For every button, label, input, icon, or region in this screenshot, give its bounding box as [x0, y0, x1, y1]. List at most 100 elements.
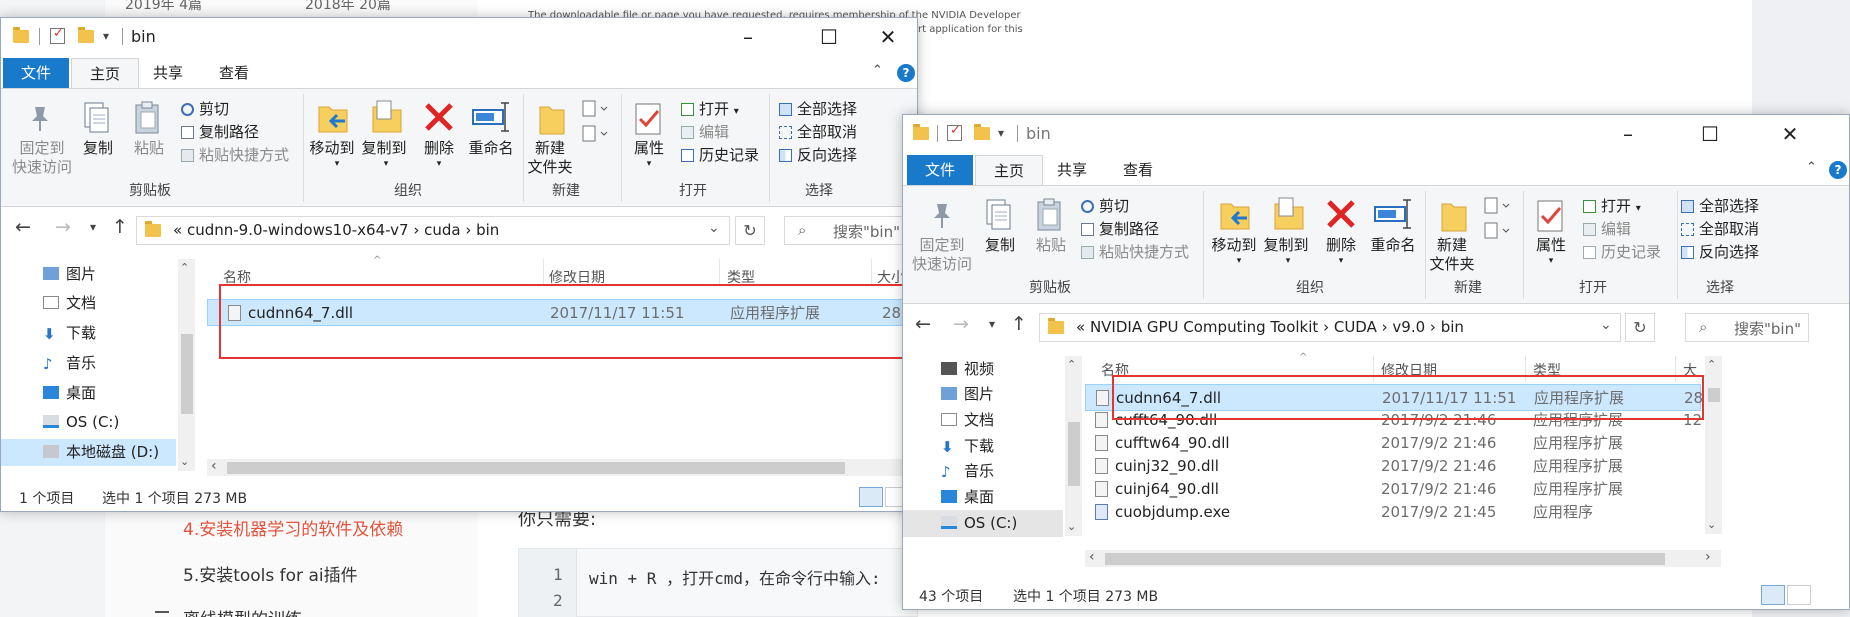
paste-button[interactable]: 粘贴 — [131, 139, 167, 158]
breadcrumb-item[interactable]: bin — [1441, 318, 1464, 336]
scrollbar-thumb[interactable] — [181, 334, 193, 414]
forward-button[interactable]: → — [953, 313, 969, 335]
properties-quick-icon[interactable] — [947, 123, 962, 141]
search-input[interactable]: ⌕ 搜索"bin" — [784, 216, 904, 245]
edit-button[interactable]: 编辑 — [1583, 219, 1631, 239]
scroll-down-icon[interactable]: ⌄ — [1067, 520, 1076, 533]
new-folder-button[interactable]: 新建 文件夹 — [525, 139, 575, 177]
scroll-right-icon[interactable]: › — [1705, 549, 1711, 565]
easy-access-icon[interactable] — [581, 124, 611, 144]
cut-button[interactable]: 剪切 — [181, 99, 229, 119]
scroll-down-icon[interactable]: ⌄ — [1707, 518, 1716, 531]
nav-item-desktop[interactable]: 桌面 — [903, 484, 1063, 511]
rename-button[interactable]: 重命名 — [463, 139, 519, 158]
tab-file[interactable]: 文件 — [3, 58, 70, 88]
copy-button[interactable]: 复制 — [80, 139, 116, 158]
explorer-window-cudnn[interactable]: ▾ bin – ☐ ✕ 文件 主页 共享 查看 ⌃ ? 固定到 快速访问 复制 … — [0, 17, 918, 512]
archive-link-2019[interactable]: 2019年 4篇 — [125, 0, 202, 14]
history-button[interactable]: 历史记录 — [1583, 242, 1661, 262]
delete-dropdown-icon[interactable]: ▾ — [434, 155, 444, 174]
breadcrumb-item[interactable]: cudnn-9.0-windows10-x64-v7 — [187, 221, 409, 239]
address-input[interactable]: « NVIDIA GPU Computing Toolkit › CUDA › … — [1039, 313, 1621, 342]
tab-view[interactable]: 查看 — [1105, 155, 1171, 185]
breadcrumb-item[interactable]: CUDA — [1334, 318, 1377, 336]
close-button[interactable]: ✕ — [863, 20, 913, 54]
address-dropdown-icon[interactable]: ⌄ — [708, 220, 720, 236]
new-folder-quick-icon[interactable] — [78, 27, 94, 43]
paste-shortcut-button[interactable]: 粘贴快捷方式 — [181, 145, 289, 165]
close-button[interactable]: ✕ — [1765, 117, 1815, 151]
collapse-ribbon-icon[interactable]: ⌃ — [872, 63, 883, 78]
archive-link-2018[interactable]: 2018年 20篇 — [305, 0, 391, 14]
up-button[interactable]: ↑ — [1011, 313, 1027, 335]
quick-access-dropdown-icon[interactable]: ▾ — [998, 126, 1004, 140]
select-none-button[interactable]: 全部取消 — [779, 122, 857, 142]
open-button[interactable]: 打开 ▾ — [681, 99, 739, 122]
tab-file[interactable]: 文件 — [907, 155, 974, 185]
copy-to-dropdown-icon[interactable]: ▾ — [381, 155, 391, 174]
details-view-button[interactable] — [1761, 585, 1785, 605]
scrollbar-thumb[interactable] — [227, 462, 845, 474]
recent-locations-dropdown[interactable]: ▾ — [90, 220, 96, 234]
select-all-button[interactable]: 全部选择 — [1681, 196, 1759, 216]
recent-locations-dropdown[interactable]: ▾ — [989, 317, 995, 331]
nav-item-local-disk-d[interactable]: 本地磁盘 (D:) — [1, 439, 176, 466]
details-view-button[interactable] — [859, 487, 883, 507]
address-input[interactable]: « cudnn-9.0-windows10-x64-v7 › cuda › bi… — [136, 216, 730, 245]
scrollbar-thumb[interactable] — [1068, 422, 1080, 486]
properties-dropdown-icon[interactable]: ▾ — [1546, 252, 1556, 271]
invert-selection-button[interactable]: 反向选择 — [779, 145, 857, 165]
refresh-button[interactable]: ↻ — [1625, 313, 1655, 342]
copy-button[interactable]: 复制 — [982, 236, 1018, 255]
title-bar[interactable]: ▾ bin – ☐ ✕ — [1, 18, 917, 58]
file-row[interactable]: cuobjdump.exe 2017/9/2 21:45 应用程序 — [1085, 499, 1701, 526]
breadcrumb-item[interactable]: NVIDIA GPU Computing Toolkit — [1090, 318, 1318, 336]
horizontal-scrollbar[interactable]: ‹ › — [1085, 549, 1721, 567]
navigation-scrollbar[interactable]: ⌃ ⌄ — [1065, 356, 1082, 536]
new-folder-quick-icon[interactable] — [974, 124, 990, 140]
toc-item-install-ml[interactable]: 4.安装机器学习的软件及依赖 — [183, 515, 403, 540]
new-folder-button[interactable]: 新建 文件夹 — [1427, 236, 1477, 274]
edit-button[interactable]: 编辑 — [681, 122, 729, 142]
maximize-button[interactable]: ☐ — [1685, 117, 1735, 151]
help-icon[interactable]: ? — [1829, 161, 1847, 179]
nav-item-music[interactable]: ♪ 音乐 — [1, 350, 176, 377]
nav-item-desktop[interactable]: 桌面 — [1, 380, 176, 407]
nav-item-documents[interactable]: 文档 — [903, 407, 1063, 434]
search-input[interactable]: ⌕ 搜索"bin" — [1685, 313, 1809, 342]
easy-access-icon[interactable] — [1483, 221, 1513, 241]
copy-to-dropdown-icon[interactable]: ▾ — [1283, 252, 1293, 271]
tab-home[interactable]: 主页 — [975, 155, 1044, 186]
cut-button[interactable]: 剪切 — [1081, 196, 1129, 216]
collapse-ribbon-icon[interactable]: ⌃ — [1806, 160, 1817, 175]
pin-to-quick-access-button[interactable]: 固定到 快速访问 — [907, 236, 977, 274]
toc-item-install-tools[interactable]: 5.安装tools for ai插件 — [183, 561, 358, 586]
refresh-button[interactable]: ↻ — [735, 216, 765, 245]
paste-shortcut-button[interactable]: 粘贴快捷方式 — [1081, 242, 1189, 262]
move-to-dropdown-icon[interactable]: ▾ — [332, 155, 342, 174]
rename-button[interactable]: 重命名 — [1365, 236, 1421, 255]
paste-button[interactable]: 粘贴 — [1033, 236, 1069, 255]
quick-access-dropdown-icon[interactable]: ▾ — [103, 29, 109, 43]
nav-item-documents[interactable]: 文档 — [1, 290, 176, 317]
file-list-scrollbar[interactable]: ⌃ ⌄ — [1705, 356, 1722, 534]
scroll-up-icon[interactable]: ⌃ — [180, 261, 189, 274]
toc-item-offline-training[interactable]: 离线模型的训练 — [183, 605, 302, 617]
new-item-icon[interactable] — [581, 99, 611, 119]
tab-view[interactable]: 查看 — [201, 58, 267, 88]
large-icons-view-button[interactable] — [1787, 585, 1811, 605]
nav-item-downloads[interactable]: ⬇ 下载 — [1, 320, 176, 347]
tab-home[interactable]: 主页 — [71, 58, 140, 89]
navigation-scrollbar[interactable]: ⌃ ⌄ — [178, 259, 195, 471]
properties-quick-icon[interactable] — [50, 26, 65, 44]
select-none-button[interactable]: 全部取消 — [1681, 219, 1759, 239]
properties-dropdown-icon[interactable]: ▾ — [644, 155, 654, 174]
nav-item-videos[interactable]: 视频 — [903, 356, 1063, 383]
back-button[interactable]: ← — [915, 313, 931, 335]
nav-item-os-c[interactable]: OS (C:) — [1, 409, 176, 436]
nav-item-music[interactable]: ♪ 音乐 — [903, 458, 1063, 485]
minimize-button[interactable]: – — [1603, 117, 1653, 151]
scroll-left-icon[interactable]: ‹ — [211, 458, 217, 474]
scroll-up-icon[interactable]: ⌃ — [1707, 358, 1716, 371]
up-button[interactable]: ↑ — [112, 216, 128, 238]
